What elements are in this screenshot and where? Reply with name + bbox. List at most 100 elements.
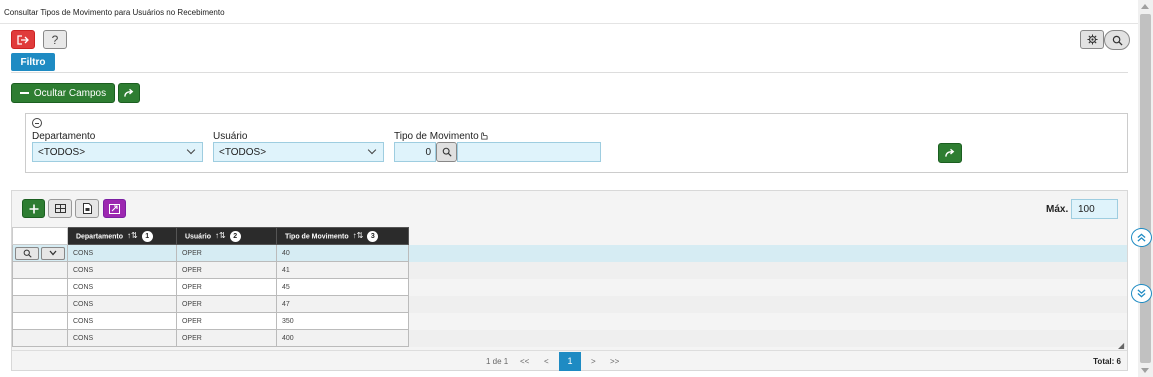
chevron-down-icon (49, 250, 57, 256)
scrollbar-thumb[interactable] (1140, 14, 1151, 363)
double-chevron-down-icon (1137, 289, 1146, 298)
hide-fields-button[interactable]: Ocultar Campos (11, 83, 115, 103)
search-icon (1112, 35, 1123, 46)
hide-fields-label: Ocultar Campos (33, 87, 107, 99)
departamento-value: <TODOS> (38, 147, 86, 158)
expand-button[interactable] (103, 199, 126, 218)
search-icon (23, 249, 32, 258)
sort-order-badge: 3 (367, 230, 379, 242)
row-actions (12, 295, 68, 313)
usuario-value: <TODOS> (219, 147, 267, 158)
forward-arrow-icon (123, 88, 133, 97)
table-row[interactable]: CONS OPER 350 (12, 312, 409, 330)
current-page-button[interactable]: 1 (559, 352, 581, 371)
collapse-icon[interactable] (32, 118, 42, 128)
max-input[interactable]: 100 (1071, 199, 1118, 219)
sort-icon[interactable]: ↑⇅ (127, 231, 138, 240)
cell-tipo-movimento: 350 (275, 312, 409, 330)
cell-usuario: OPER (175, 312, 277, 330)
table-row[interactable]: CONS OPER 40 (12, 244, 409, 262)
departamento-select[interactable]: <TODOS> (32, 142, 203, 162)
pointer-hand-icon (480, 132, 488, 140)
resize-handle-icon[interactable]: ◢ (1118, 341, 1124, 350)
gear-icon (1086, 34, 1098, 45)
usuario-label: Usuário (213, 131, 248, 142)
sort-order-badge: 1 (141, 230, 153, 242)
forward-arrow-icon (944, 148, 954, 157)
page-title: Consultar Tipos de Movimento para Usuári… (0, 0, 1138, 24)
cell-usuario: OPER (175, 244, 277, 262)
table-row[interactable]: CONS OPER 400 (12, 329, 409, 347)
row-stripe (407, 330, 1127, 347)
selected-row-highlight (407, 245, 1127, 262)
scroll-top-button[interactable] (1131, 228, 1152, 247)
tipo-movimento-lookup-button[interactable] (436, 142, 457, 162)
sort-icon[interactable]: ↑⇅ (215, 231, 226, 240)
table-row[interactable]: CONS OPER 45 (12, 278, 409, 296)
tipo-movimento-description-input[interactable] (457, 142, 601, 162)
row-stripe (407, 262, 1127, 279)
row-stripe (407, 296, 1127, 313)
column-header-tipo-movimento[interactable]: Tipo de Movimento ↑⇅ 3 (275, 227, 409, 245)
column-header-label: Tipo de Movimento (284, 232, 349, 240)
first-page-button[interactable]: << (520, 357, 529, 366)
row-expand-button[interactable] (40, 246, 65, 260)
pagination: 1 de 1 << < 1 > >> Total: 6 (12, 350, 1127, 371)
cell-departamento: CONS (66, 329, 177, 347)
column-header-departamento[interactable]: Departamento ↑⇅ 1 (66, 227, 177, 245)
chevron-down-icon (367, 145, 377, 155)
next-page-button[interactable]: > (591, 357, 596, 366)
settings-button[interactable] (1080, 30, 1104, 49)
search-button[interactable] (1104, 30, 1130, 50)
cell-tipo-movimento: 40 (275, 244, 409, 262)
cell-departamento: CONS (66, 278, 177, 296)
scroll-up-arrow-icon[interactable] (1141, 4, 1149, 9)
help-button[interactable]: ? (43, 30, 67, 49)
row-actions (12, 261, 68, 279)
row-actions (12, 329, 68, 347)
column-header-usuario[interactable]: Usuário ↑⇅ 2 (175, 227, 277, 245)
sort-order-badge: 2 (229, 230, 241, 242)
column-header-label: Usuário (184, 232, 212, 240)
prev-page-button[interactable]: < (544, 357, 549, 366)
table-row[interactable]: CONS OPER 47 (12, 295, 409, 313)
table-row[interactable]: CONS OPER 41 (12, 261, 409, 279)
tipo-movimento-label: Tipo de Movimento (394, 131, 488, 142)
apply-filter-button[interactable] (938, 143, 962, 163)
row-actions (12, 244, 68, 262)
expand-icon (109, 203, 120, 214)
row-search-button[interactable] (15, 246, 39, 260)
scroll-down-arrow-icon[interactable] (1141, 368, 1149, 373)
usuario-select[interactable]: <TODOS> (213, 142, 384, 162)
document-icon (82, 203, 92, 214)
cell-departamento: CONS (66, 312, 177, 330)
minus-icon (19, 92, 29, 94)
cell-tipo-movimento: 400 (275, 329, 409, 347)
exit-button[interactable] (11, 30, 35, 49)
tipo-movimento-label-text: Tipo de Movimento (394, 131, 479, 142)
columns-button[interactable] (48, 199, 72, 218)
search-icon (442, 147, 452, 157)
page-info: 1 de 1 (486, 357, 509, 366)
sort-icon[interactable]: ↑⇅ (353, 231, 364, 240)
filter-button[interactable]: Filtro (11, 53, 55, 71)
column-header-label: Departamento (75, 232, 124, 240)
max-label: Máx. (1046, 204, 1069, 215)
cell-departamento: CONS (66, 261, 177, 279)
vertical-scrollbar[interactable] (1138, 0, 1153, 377)
row-actions (12, 312, 68, 330)
export-button[interactable] (75, 199, 99, 218)
tipo-movimento-code-input[interactable]: 0 (394, 142, 436, 162)
scroll-bottom-button[interactable] (1131, 284, 1152, 303)
row-actions-header (12, 227, 68, 245)
cell-tipo-movimento: 47 (275, 295, 409, 313)
share-button[interactable] (118, 83, 140, 103)
results-table: Departamento ↑⇅ 1 Usuário ↑⇅ 2 Tipo de Movim… (12, 227, 409, 347)
last-page-button[interactable]: >> (610, 357, 619, 366)
exit-icon (17, 34, 29, 45)
cell-usuario: OPER (175, 278, 277, 296)
add-button[interactable] (22, 199, 45, 218)
cell-departamento: CONS (66, 244, 177, 262)
chevron-down-icon (186, 145, 196, 155)
divider (11, 72, 1128, 73)
